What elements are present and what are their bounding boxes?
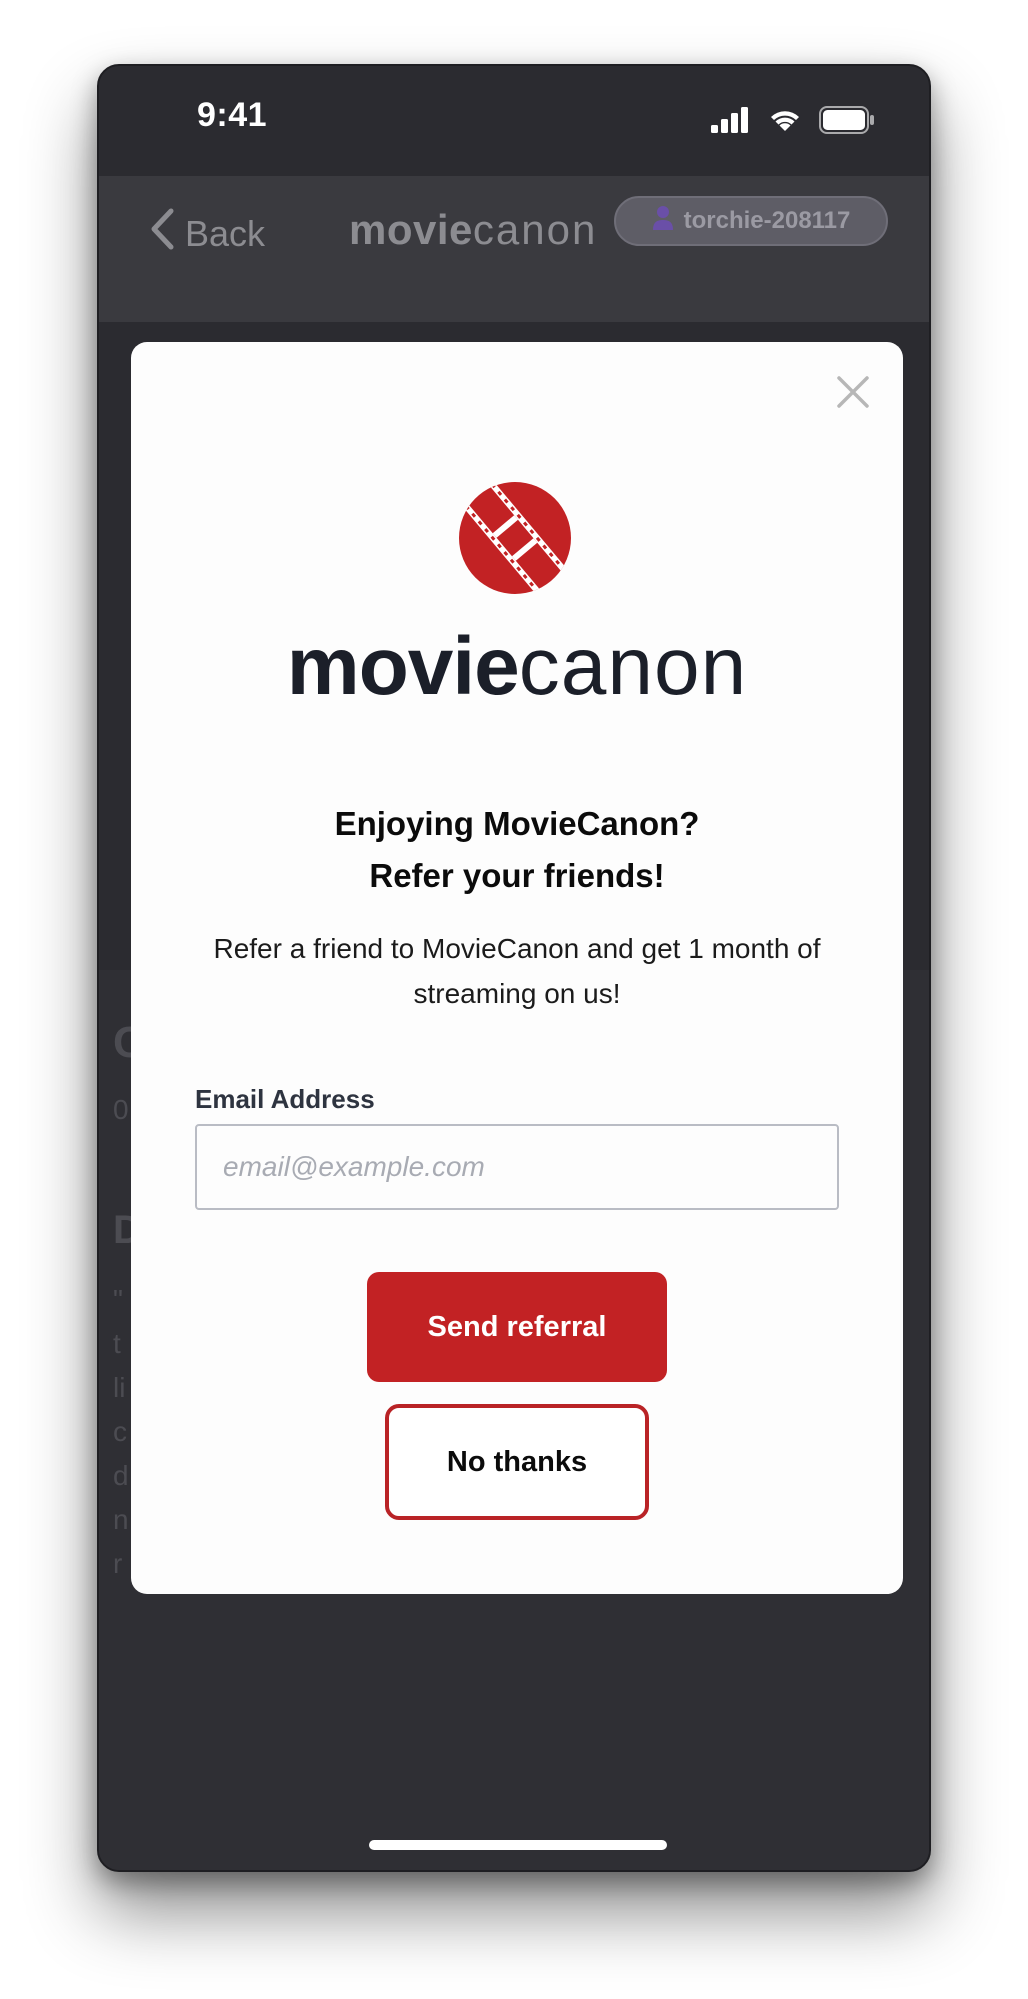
modal-title-line: Enjoying MovieCanon? <box>334 805 700 842</box>
background-fragment: " <box>113 1284 123 1315</box>
screenshot-stage: 9:41 Back moviecanon torchie-208117 C 0 … <box>0 0 1028 1999</box>
status-icons <box>711 106 875 139</box>
no-thanks-button[interactable]: No thanks <box>385 1404 649 1520</box>
background-fragment: li <box>113 1372 126 1403</box>
user-chip[interactable]: torchie-208117 <box>614 196 888 246</box>
nav-logo-bold: movie <box>349 206 473 253</box>
send-referral-button[interactable]: Send referral <box>367 1272 667 1382</box>
close-icon <box>831 376 875 418</box>
phone-frame: 9:41 Back moviecanon torchie-208117 C 0 … <box>97 64 931 1872</box>
background-fragment: d <box>113 1460 129 1491</box>
username: torchie-208117 <box>683 207 851 234</box>
close-button[interactable] <box>831 370 875 414</box>
background-fragment: 0 <box>113 1094 129 1125</box>
back-label: Back <box>185 212 266 254</box>
cellular-signal-icon <box>711 107 751 138</box>
home-indicator[interactable] <box>369 1840 667 1850</box>
background-fragment: c <box>113 1416 127 1447</box>
brand-wordmark-bold: movie <box>286 621 520 712</box>
wifi-icon <box>767 107 803 138</box>
user-icon <box>652 205 674 238</box>
email-label: Email Address <box>195 1084 375 1114</box>
nav-logo: moviecanon <box>349 206 597 254</box>
back-button[interactable]: Back <box>149 208 265 259</box>
nav-bar: Back moviecanon torchie-208117 <box>99 176 929 322</box>
modal-description: Refer a friend to MovieCanon and get 1 m… <box>213 933 821 1009</box>
email-field[interactable] <box>195 1124 839 1210</box>
modal-title: Enjoying MovieCanon? Refer your friends! <box>131 798 903 902</box>
nav-logo-light: canon <box>472 206 598 253</box>
background-fragment: n <box>113 1504 129 1535</box>
chevron-left-icon <box>149 208 175 259</box>
background-fragment: t <box>113 1328 121 1359</box>
modal-title-line: Refer your friends! <box>369 857 665 894</box>
brand-wordmark-light: canon <box>518 621 748 712</box>
status-time: 9:41 <box>197 96 268 134</box>
film-reel-logo <box>457 474 573 602</box>
background-fragment: r <box>113 1548 123 1579</box>
brand-wordmark: moviecanon <box>131 626 903 708</box>
battery-icon <box>819 106 875 139</box>
status-bar: 9:41 <box>99 66 929 176</box>
referral-modal: moviecanon Enjoying MovieCanon? Refer yo… <box>131 342 903 1594</box>
